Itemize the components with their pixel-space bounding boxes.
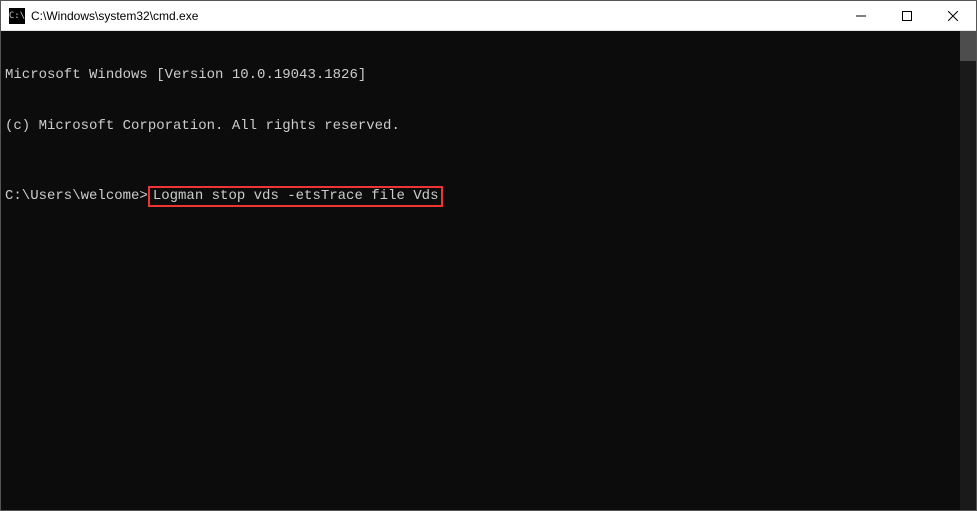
scrollbar-thumb[interactable] — [960, 31, 976, 61]
terminal-output-line: Microsoft Windows [Version 10.0.19043.18… — [5, 67, 960, 84]
command-text: Logman stop vds -etsTrace file Vds — [153, 188, 439, 204]
prompt-line: C:\Users\welcome> Logman stop vds -etsTra… — [5, 186, 960, 207]
maximize-button[interactable] — [884, 1, 930, 31]
cmd-icon: C:\ — [9, 8, 25, 24]
minimize-button[interactable] — [838, 1, 884, 31]
window-title: C:\Windows\system32\cmd.exe — [31, 9, 838, 23]
prompt: C:\Users\welcome> — [5, 188, 148, 205]
close-icon — [948, 11, 958, 21]
terminal[interactable]: Microsoft Windows [Version 10.0.19043.18… — [1, 31, 960, 510]
window-controls — [838, 1, 976, 30]
maximize-icon — [902, 11, 912, 21]
terminal-output-line: (c) Microsoft Corporation. All rights re… — [5, 118, 960, 135]
command-highlight: Logman stop vds -etsTrace file Vds — [148, 186, 444, 207]
vertical-scrollbar[interactable] — [960, 31, 976, 510]
terminal-area: Microsoft Windows [Version 10.0.19043.18… — [1, 31, 976, 510]
close-button[interactable] — [930, 1, 976, 31]
minimize-icon — [856, 11, 866, 21]
titlebar[interactable]: C:\ C:\Windows\system32\cmd.exe — [1, 1, 976, 31]
cmd-window: C:\ C:\Windows\system32\cmd.exe Microsof… — [0, 0, 977, 511]
